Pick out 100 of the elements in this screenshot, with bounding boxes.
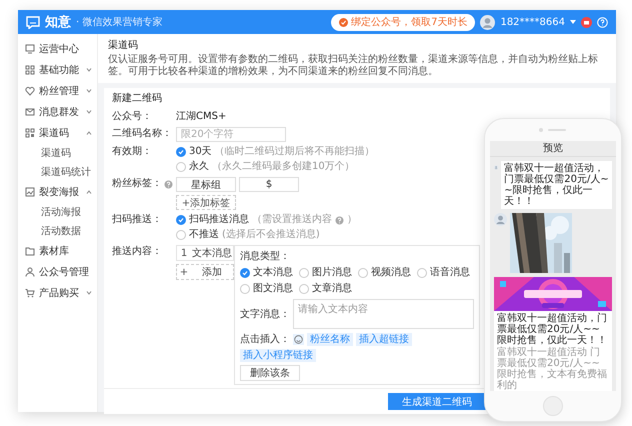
option-label[interactable]: 语音消息: [430, 266, 470, 280]
help-icon: [164, 180, 173, 188]
sidebar-item-label: 消息群发: [39, 106, 79, 118]
home-button-icon: [543, 396, 563, 416]
sidebar-item[interactable]: 公众号管理: [18, 261, 97, 282]
radio-button[interactable]: [240, 268, 250, 278]
option-label[interactable]: 图文消息: [253, 282, 293, 296]
add-message-label: 添加: [201, 266, 223, 279]
sidebar-subitem[interactable]: 活动海报: [18, 202, 97, 221]
verified-badge-icon: [339, 18, 348, 26]
sidebar-subitem[interactable]: 渠道码: [18, 143, 97, 162]
option-label[interactable]: 文章消息: [312, 282, 352, 296]
radio-button[interactable]: [176, 147, 186, 157]
sidebar-item-label: 产品购买: [39, 286, 79, 300]
option-note: ）: [347, 213, 357, 227]
radio-button[interactable]: [358, 268, 368, 278]
sidebar-item-label: 裂变海报: [39, 186, 79, 198]
option-note: （永久二维码最多创建10万个）: [212, 160, 355, 174]
chat-bubble: 富韩双十一超值活动，门票最低仅需20元/人~~限时抢售，仅此一天！！: [501, 161, 612, 209]
sidebar-item[interactable]: 消息群发: [18, 101, 97, 122]
account-name: 江湖CMS+: [176, 110, 226, 124]
sidebar-item-label: 素材库: [39, 244, 69, 258]
option-label[interactable]: 视频消息: [371, 266, 411, 280]
field-label: 推送内容：: [112, 245, 163, 259]
sidebar-item-label: 运营中心: [39, 42, 79, 56]
sidebar-item[interactable]: 运营中心: [18, 38, 97, 59]
monitor-icon: [25, 44, 35, 54]
chevron-up-icon: [86, 130, 92, 134]
chevron-down-icon: [86, 110, 92, 114]
sidebar-item[interactable]: 裂变海报: [18, 181, 97, 202]
check-icon: [242, 270, 248, 276]
radio-button[interactable]: [176, 162, 186, 172]
heart-icon: [25, 86, 35, 96]
message-index: 1: [180, 248, 188, 258]
chevron-down-icon: [86, 68, 92, 72]
option-label[interactable]: 扫码推送消息: [189, 213, 249, 227]
grid-icon: [25, 64, 35, 74]
tag[interactable]: 星标组: [176, 177, 236, 192]
sidebar-item-label: 公众号管理: [39, 266, 89, 278]
image-icon: [25, 186, 35, 196]
field-label: 消息类型：: [240, 250, 291, 263]
check-icon: [178, 149, 184, 155]
page-title: 渠道码: [108, 38, 139, 52]
folder-icon: [25, 246, 35, 256]
radio-button[interactable]: [176, 215, 186, 225]
field-label: 文字消息：: [240, 308, 290, 321]
message-text-area[interactable]: 请输入文本内容: [293, 299, 474, 329]
card-title: 新建二维码: [112, 92, 163, 106]
radio-button[interactable]: [240, 284, 250, 294]
tag[interactable]: $: [239, 177, 299, 192]
sidebar-item[interactable]: 基础功能: [18, 59, 97, 80]
screen-title: 预览: [490, 141, 616, 157]
field-label: 粉丝标签：: [112, 177, 162, 191]
input-field[interactable]: 限20个字符: [176, 127, 286, 142]
add-message-button[interactable]: + 添加: [176, 264, 234, 280]
user-icon: [25, 266, 35, 276]
speaker-icon: [538, 127, 568, 133]
radio-button[interactable]: [299, 268, 309, 278]
chat-bubble-icon: [26, 16, 40, 28]
radio-button[interactable]: [176, 230, 186, 240]
sidebar-item-label: 基础功能: [39, 64, 79, 76]
add-tag-button[interactable]: +添加标签: [176, 195, 236, 210]
sidebar-item[interactable]: 产品购买: [18, 282, 97, 303]
insert-label: 点击插入：: [240, 332, 290, 346]
radio-button[interactable]: [417, 268, 427, 278]
help-icon[interactable]: [597, 16, 608, 28]
caret-icon[interactable]: [570, 20, 576, 24]
option-label[interactable]: 永久: [189, 160, 209, 174]
radio-button[interactable]: [299, 284, 309, 294]
option-label[interactable]: 文本消息: [253, 266, 293, 280]
option-label[interactable]: 不推送: [189, 228, 219, 242]
option-label[interactable]: 30天: [189, 145, 212, 159]
article-title: 富韩双十一超值活动，门票最低仅需20元/人~~限时抢售，仅此一天！！: [496, 312, 608, 346]
field-label: 公众号：: [112, 110, 153, 124]
sidebar-item[interactable]: 素材库: [18, 240, 97, 261]
field-label: 扫码推送：: [112, 213, 163, 227]
sidebar-item[interactable]: 渠道码: [18, 122, 97, 143]
chevron-down-icon: [86, 290, 92, 294]
qr-code-icon: [25, 128, 35, 138]
sidebar-item[interactable]: 粉丝管理: [18, 80, 97, 101]
sidebar-item-label: 粉丝管理: [39, 84, 79, 98]
emoji-icon[interactable]: [293, 334, 304, 344]
chevron-up-icon: [86, 190, 92, 194]
delete-button[interactable]: 删除该条: [240, 365, 300, 381]
message-item[interactable]: 1 文本消息: [176, 245, 234, 261]
sidebar-subitem[interactable]: 渠道码统计: [18, 162, 97, 181]
tagline: · 微信效果营销专家: [76, 16, 162, 29]
check-icon: [178, 217, 184, 223]
article-description: 富韩双十一超值活动 门票最低仅需20元/人~~ 限时抢售，文本有免费福利的: [496, 346, 608, 391]
plus-sign: +: [178, 266, 190, 278]
option-label[interactable]: 图片消息: [312, 266, 352, 280]
envelope-icon: [25, 106, 35, 116]
message-item-label: 文本消息: [191, 246, 233, 260]
field-label: 二维码名称：: [112, 127, 173, 141]
chevron-down-icon: [86, 88, 92, 92]
sidebar-item-label: 渠道码: [39, 126, 69, 140]
logo-text: 知意: [45, 14, 71, 31]
field-label: 有效期：: [112, 145, 153, 159]
page-description: 仅认证服务号可用。设置带有参数的二维码，获取扫码关注的粉丝数量，渠道来源等信息，并自动为粉丝贴上标签。可用于比较各种渠道的增粉效果，为不同渠道来的粉丝回复不同消息。: [108, 54, 599, 78]
sidebar-subitem[interactable]: 活动数据: [18, 221, 97, 240]
